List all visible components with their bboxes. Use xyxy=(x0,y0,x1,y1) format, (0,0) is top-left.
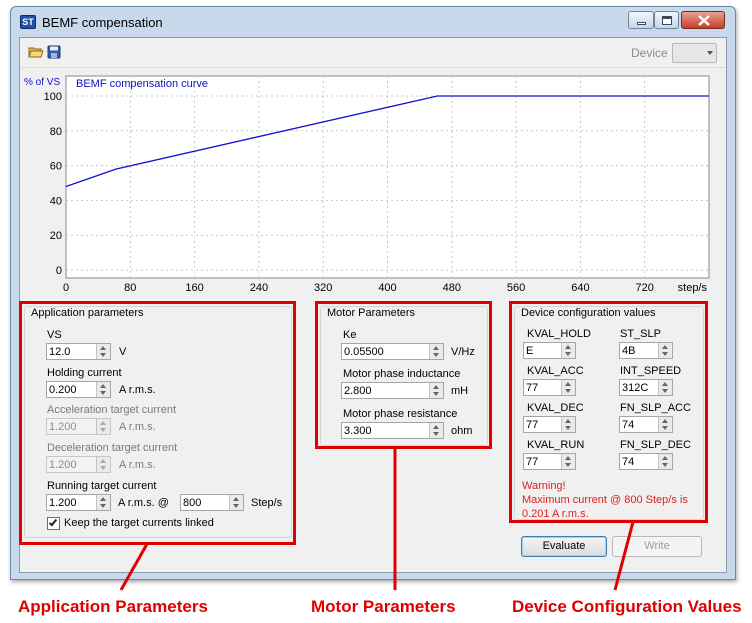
motor-parameters-caption: Motor Parameters xyxy=(311,597,456,616)
annotation-arrows xyxy=(119,448,635,591)
application-callout-line xyxy=(119,543,149,591)
device-configuration-caption: Device Configuration Values xyxy=(512,597,742,616)
application-parameters-caption: Application Parameters xyxy=(18,597,208,616)
device-callout-line xyxy=(613,521,635,591)
